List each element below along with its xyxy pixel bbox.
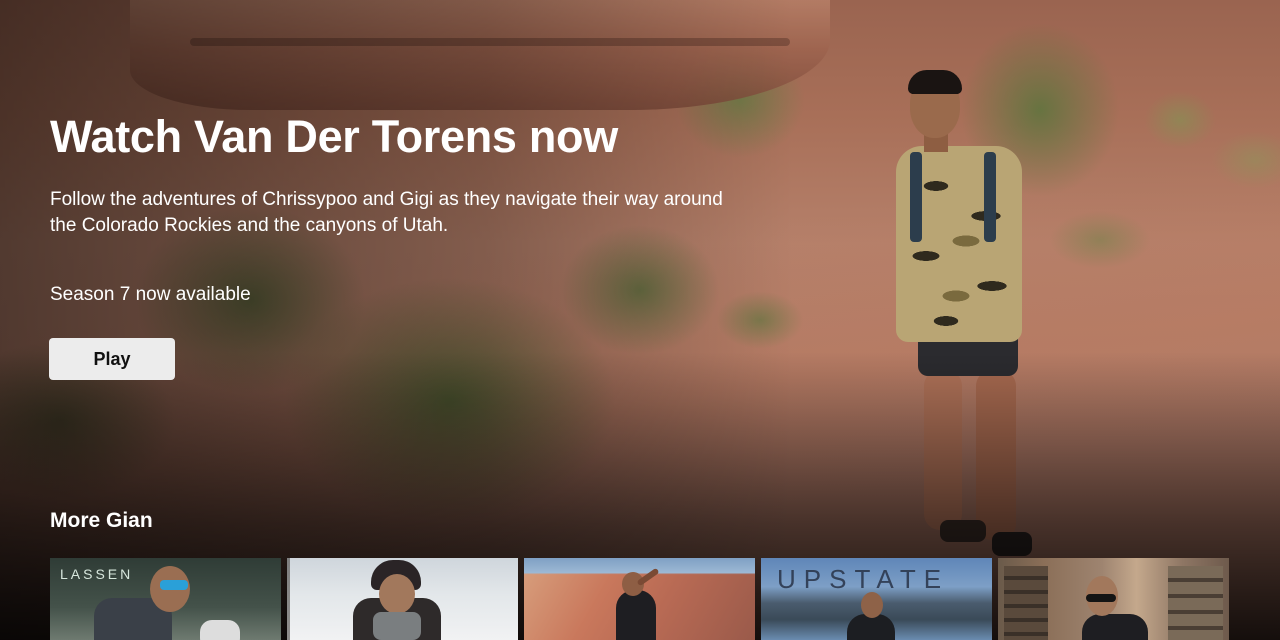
hero-gradient-overlay bbox=[0, 0, 1280, 640]
season-availability: Season 7 now available bbox=[50, 284, 251, 305]
tile-red-rocks[interactable] bbox=[524, 558, 755, 640]
tile-snow[interactable] bbox=[287, 558, 518, 640]
tile-upstate[interactable]: UPSTATE bbox=[761, 558, 992, 640]
tile-venice[interactable] bbox=[998, 558, 1229, 640]
play-button[interactable]: Play bbox=[49, 338, 175, 380]
tile-label: LASSEN bbox=[60, 566, 134, 582]
tile-lassen[interactable]: LASSEN bbox=[50, 558, 281, 640]
row-title: More Gian bbox=[50, 509, 153, 532]
tile-label: UPSTATE bbox=[777, 564, 950, 594]
tile-row: LASSEN UPSTATE bbox=[50, 558, 1280, 640]
hero-title: Watch Van Der Torens now bbox=[50, 111, 618, 162]
hero-description: Follow the adventures of Chrissypoo and … bbox=[50, 189, 723, 236]
